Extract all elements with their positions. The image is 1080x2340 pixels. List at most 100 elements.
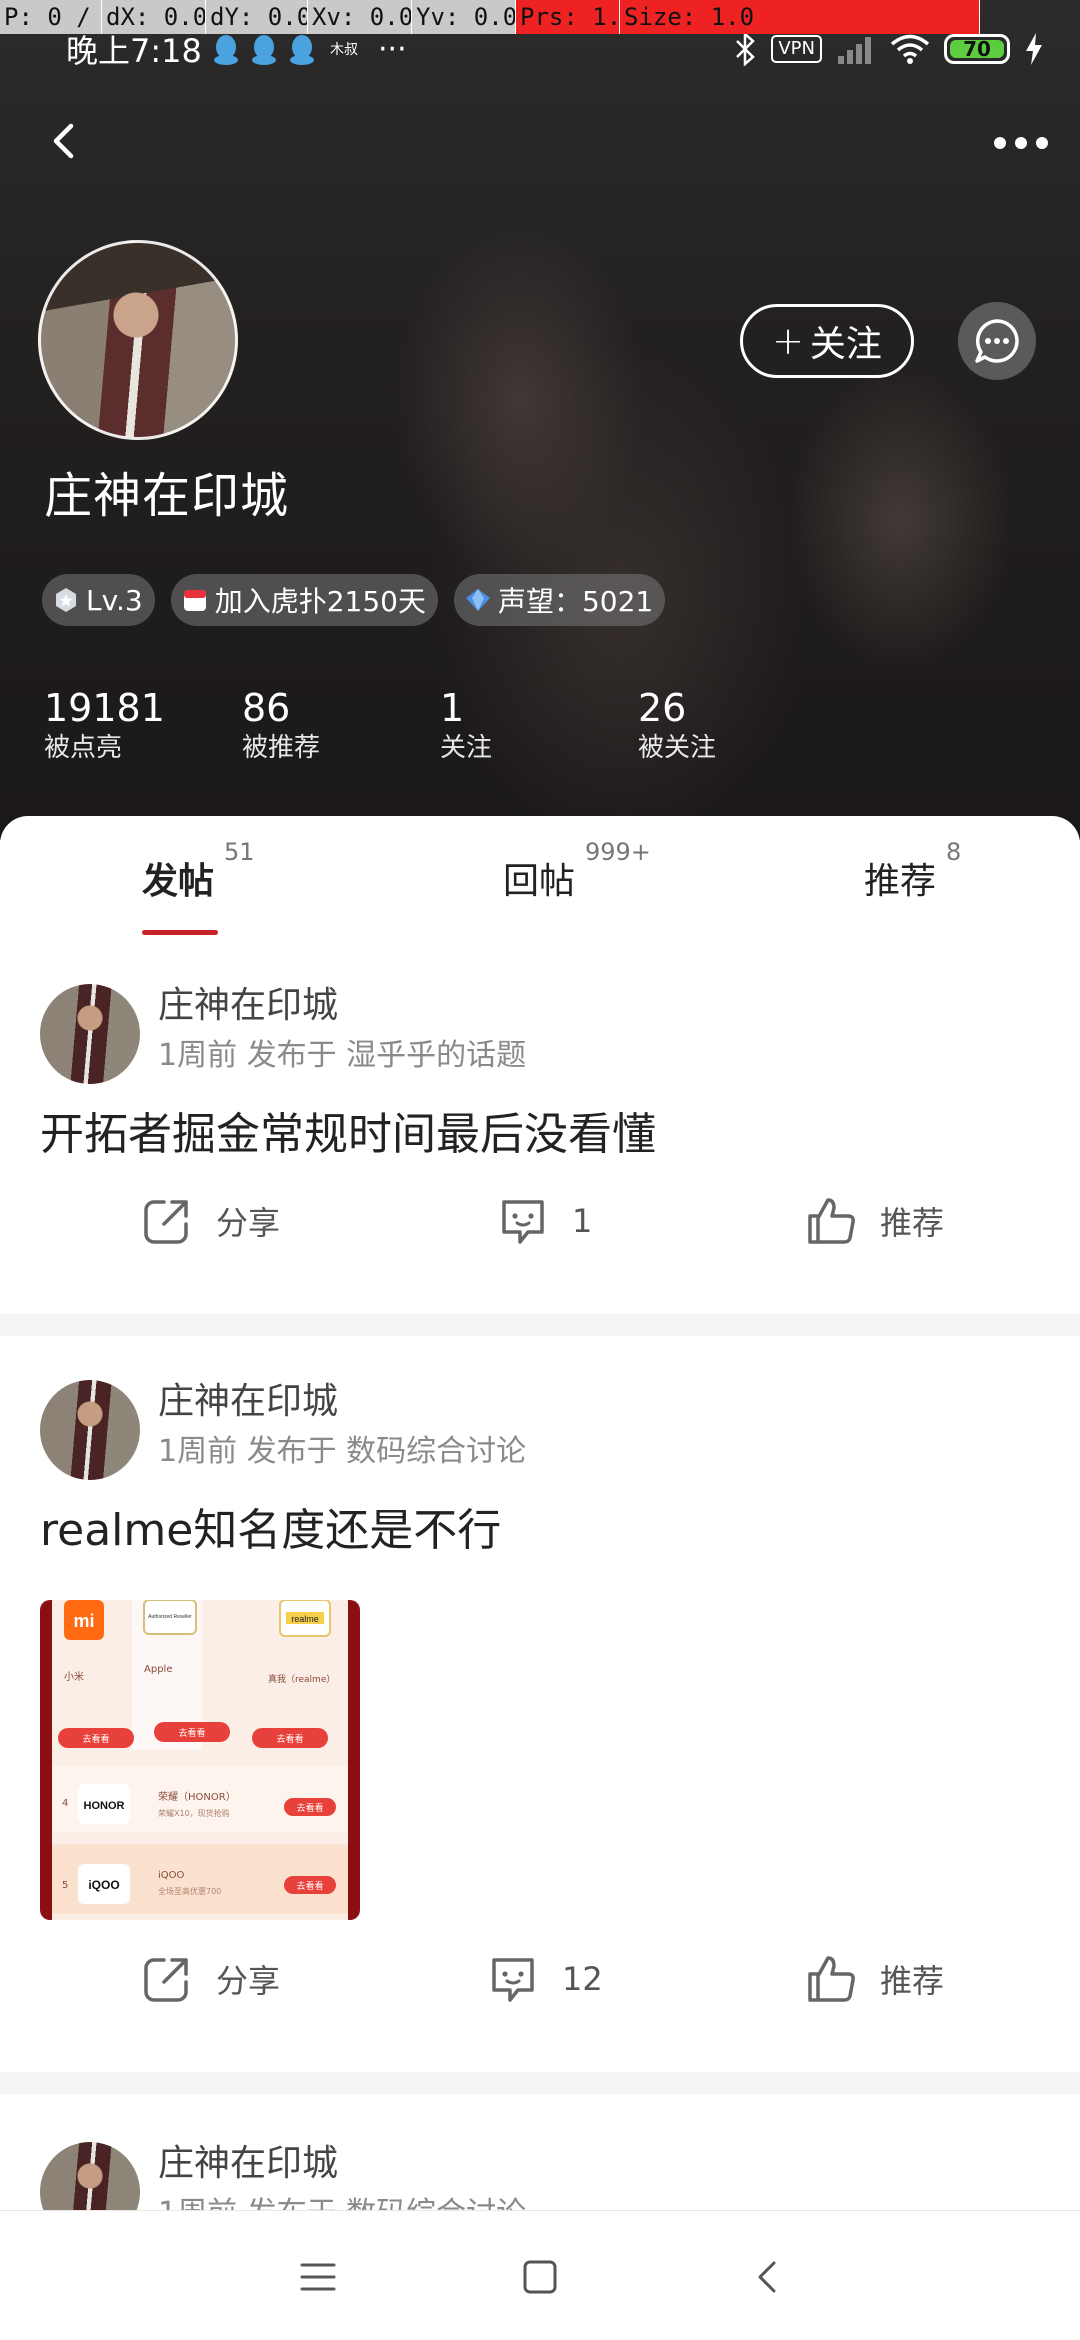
post-actions: 分享 12 推荐: [0, 1944, 1080, 2014]
brand-name: iQOO: [158, 1870, 185, 1881]
velocity-y: Yv: 0.0: [412, 0, 516, 34]
tab-label: 推荐: [864, 861, 937, 902]
stat-label: 被点亮: [44, 733, 123, 763]
post-actions: 分享 1 推荐: [0, 1186, 1080, 1256]
chat-bubble-icon: [975, 319, 1019, 363]
post-card[interactable]: 庄神在印城 1周前 发布于 数码综合讨论 realme知名度还是不行 mi Au…: [0, 1372, 1080, 1992]
joined-badge[interactable]: 加入虎扑2150天: [170, 574, 438, 626]
stat-followers[interactable]: 26 被关注: [638, 686, 836, 766]
reputation-badge[interactable]: 声望：5021: [453, 574, 666, 626]
comment-button[interactable]: 1: [496, 1186, 592, 1256]
qq-icon: [214, 35, 238, 65]
go-look-button: 去看看: [276, 1733, 303, 1745]
wifi-icon: [890, 34, 930, 64]
post-author-avatar[interactable]: [40, 1380, 140, 1480]
stat-label: 关注: [440, 733, 493, 763]
post-divider: [0, 1314, 1080, 1336]
post-author-avatar[interactable]: [40, 2142, 140, 2214]
post-author-name[interactable]: 庄神在印城: [158, 976, 338, 1028]
brand-name: Apple: [144, 1664, 172, 1675]
go-look-button: 去看看: [296, 1802, 323, 1814]
battery-level: 70: [963, 37, 991, 61]
profile-badges: Lv.3 加入虎扑2150天 声望：5021: [42, 574, 666, 626]
status-app-icons: 木叔 ···: [212, 34, 407, 66]
post-author-avatar[interactable]: [40, 984, 140, 1084]
go-look-button: 去看看: [178, 1727, 205, 1739]
more-options-button[interactable]: [988, 118, 1054, 168]
thumbs-up-icon: [808, 1956, 855, 2002]
post-meta: 1周前 发布于 数码综合讨论: [158, 1434, 527, 1469]
profile-stats: 19181 被点亮 86 被推荐 1 关注 26 被关注: [44, 686, 836, 766]
app-label: 木叔: [330, 42, 358, 58]
stat-value: 19181: [44, 686, 165, 730]
dot: [994, 137, 1006, 149]
share-label: 分享: [216, 1204, 281, 1242]
vpn-indicator: VPN: [771, 35, 822, 63]
pressure: Prs: 1.0: [516, 0, 620, 34]
brand-desc: 全场至高优惠700: [158, 1886, 221, 1896]
profile-content: 发帖 51 回帖 999+ 推荐 8 庄神在印城 1周前 发布于 湿乎乎的话题 …: [0, 816, 1080, 2340]
post-card[interactable]: 庄神在印城 1周前 发布于 数码综合讨论: [0, 2134, 1080, 2214]
apple-logo: Authorized Reseller: [148, 1614, 192, 1620]
tab-recommended[interactable]: 推荐 8: [864, 838, 961, 904]
level-star-icon: [56, 588, 76, 612]
post-title[interactable]: realme知名度还是不行: [40, 1494, 501, 1558]
honor-logo: HONOR: [84, 1800, 125, 1812]
post-author-name[interactable]: 庄神在印城: [158, 1372, 338, 1424]
recents-button[interactable]: [288, 2247, 348, 2307]
brand-name: 小米: [64, 1670, 84, 1683]
stat-following[interactable]: 1 关注: [440, 686, 638, 766]
mi-logo: mi: [73, 1611, 94, 1631]
post-image[interactable]: mi Authorized Reseller realme 小米 Apple 真…: [40, 1600, 360, 1920]
profile-avatar[interactable]: [38, 240, 238, 440]
system-nav-bar: [0, 2210, 1080, 2340]
calendar-icon: [183, 590, 206, 611]
recommend-button[interactable]: 推荐: [804, 1186, 944, 1256]
post-card[interactable]: 庄神在印城 1周前 发布于 湿乎乎的话题 开拓者掘金常规时间最后没看懂: [0, 976, 1080, 1176]
post-title[interactable]: 开拓者掘金常规时间最后没看懂: [40, 1098, 656, 1162]
square-icon: [523, 2260, 557, 2294]
go-look-button: 去看看: [82, 1733, 109, 1745]
follow-button[interactable]: + 关注: [740, 304, 914, 378]
stat-recommended[interactable]: 86 被推荐: [242, 686, 440, 766]
tab-replies[interactable]: 回帖 999+: [503, 838, 651, 904]
tab-label: 回帖: [503, 861, 576, 902]
delta-x: dX: 0.0: [102, 0, 206, 34]
profile-name: 庄神在印城: [44, 468, 290, 524]
realme-logo: realme: [291, 1614, 319, 1624]
plus-icon: +: [772, 319, 804, 363]
comment-count: 1: [572, 1202, 593, 1240]
brand-ranking-graphic: mi Authorized Reseller realme 小米 Apple 真…: [52, 1600, 348, 1914]
qq-icon: [252, 35, 276, 65]
home-button[interactable]: [510, 2247, 570, 2307]
tab-count: 51: [224, 838, 255, 866]
message-button[interactable]: [958, 302, 1036, 380]
chevron-left-icon: [53, 123, 74, 159]
recommend-button[interactable]: 推荐: [804, 1944, 944, 2014]
share-icon: [144, 1958, 188, 2002]
status-bar: 晚上7:18 木叔 ··· VPN 70: [0, 30, 1080, 72]
share-label: 分享: [216, 1962, 281, 2000]
brand-rank: 4: [62, 1798, 68, 1809]
bluetooth-icon: [736, 32, 756, 66]
stat-label: 被推荐: [242, 733, 321, 763]
follow-label: 关注: [809, 324, 882, 365]
stat-value: 26: [638, 686, 687, 730]
iqoo-logo: iQOO: [88, 1878, 119, 1892]
tab-posts[interactable]: 发帖 51: [142, 838, 255, 904]
pointer-debug-overlay: P: 0 / 1 dX: 0.0 dY: 0.0 Xv: 0.0 Yv: 0.0…: [0, 0, 1080, 34]
post-author-name[interactable]: 庄神在印城: [158, 2134, 338, 2186]
post-divider: [0, 2072, 1080, 2094]
comment-button[interactable]: 12: [486, 1944, 603, 2014]
velocity-x: Xv: 0.0: [308, 0, 412, 34]
stat-label: 被关注: [638, 733, 717, 763]
reputation-label: 声望：5021: [497, 585, 654, 618]
level-badge[interactable]: Lv.3: [42, 574, 155, 626]
back-button[interactable]: [40, 116, 90, 166]
pointer-count: P: 0 / 1: [0, 0, 102, 34]
stat-lit[interactable]: 19181 被点亮: [44, 686, 242, 766]
tab-count: 999+: [585, 838, 651, 866]
share-button[interactable]: 分享: [140, 1944, 280, 2014]
nav-back-button[interactable]: [738, 2247, 798, 2307]
share-button[interactable]: 分享: [140, 1186, 280, 1256]
